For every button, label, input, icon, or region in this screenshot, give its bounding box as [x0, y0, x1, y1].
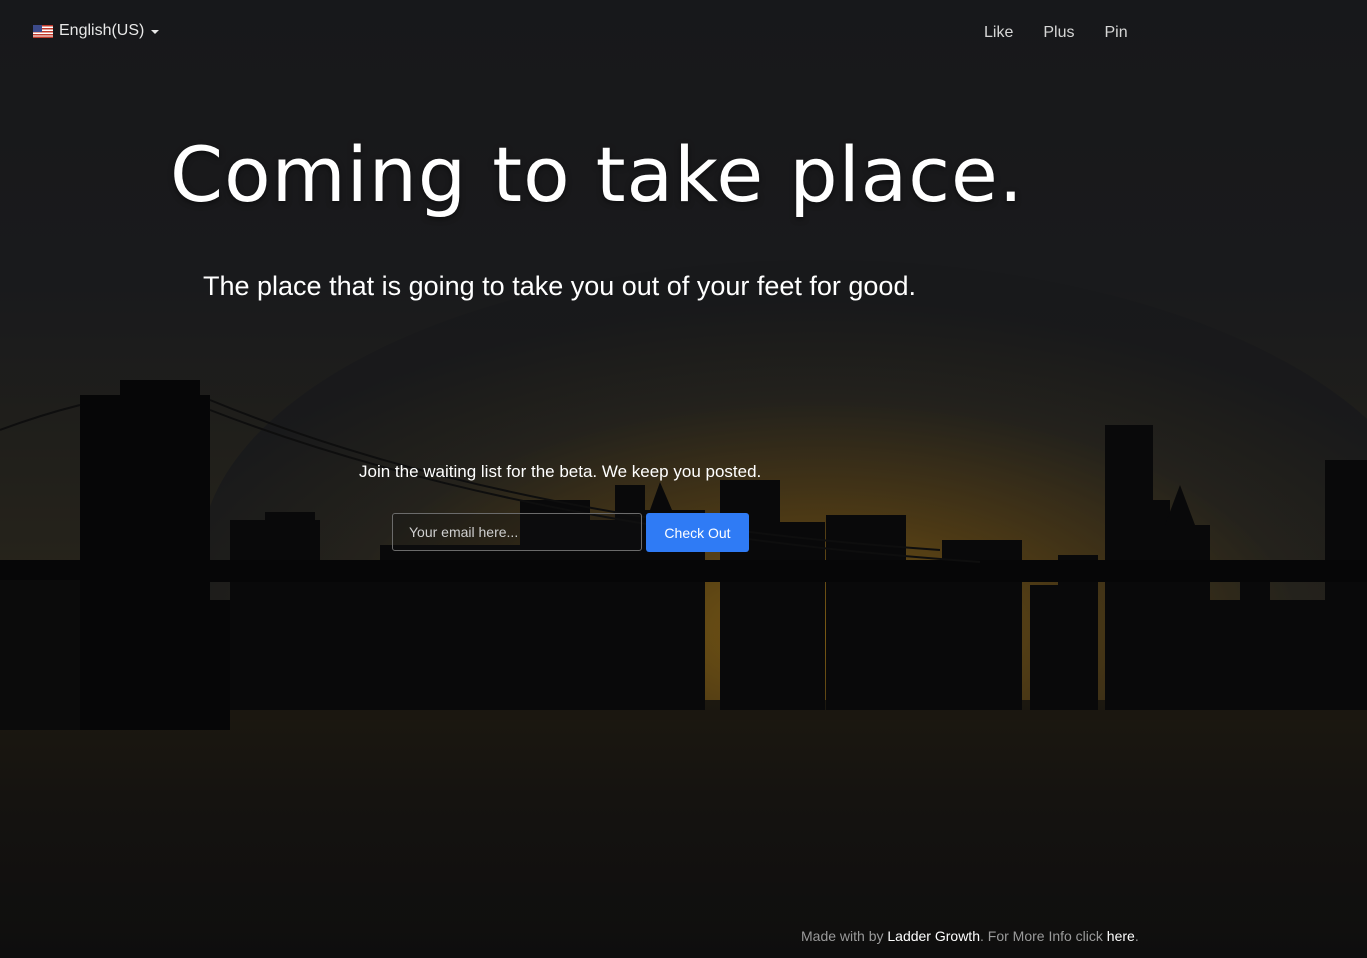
waitlist-prompt: Join the waiting list for the beta. We k… — [359, 462, 762, 481]
footer-made-with: Made with by — [801, 928, 884, 944]
footer: Made with by Ladder Growth. For More Inf… — [801, 928, 1139, 944]
footer-end: . — [1134, 928, 1139, 944]
email-input[interactable] — [392, 513, 642, 551]
language-selector[interactable]: English(US) — [33, 22, 160, 40]
here-link[interactable]: here — [1107, 928, 1135, 944]
page-headline: Coming to take place. — [170, 130, 1024, 219]
page-subheadline: The place that is going to take you out … — [203, 271, 916, 301]
social-links: Like Plus Pin — [984, 24, 1158, 42]
ladder-growth-link[interactable]: Ladder Growth — [887, 928, 980, 944]
caret-down-icon — [151, 29, 160, 34]
us-flag-icon — [33, 24, 53, 38]
like-link[interactable]: Like — [984, 24, 1013, 42]
check-out-button[interactable]: Check Out — [646, 513, 749, 552]
footer-more-info: . For More Info click — [979, 928, 1103, 944]
language-label: English(US) — [59, 22, 145, 39]
pin-link[interactable]: Pin — [1104, 24, 1127, 42]
plus-link[interactable]: Plus — [1043, 24, 1074, 42]
